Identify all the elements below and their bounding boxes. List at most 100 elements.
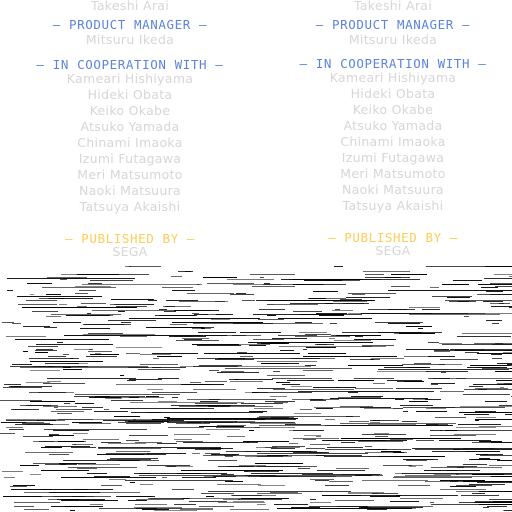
glitch-line — [98, 448, 161, 449]
glitch-line — [350, 359, 380, 360]
glitch-line — [98, 447, 221, 448]
glitch-line — [27, 283, 52, 284]
glitch-line — [456, 485, 492, 486]
glitch-line — [90, 504, 103, 505]
glitch-line — [377, 371, 428, 372]
glitch-line — [78, 464, 120, 465]
glitch-line — [371, 358, 404, 359]
glitch-line — [479, 458, 490, 459]
glitch-line — [325, 419, 335, 420]
glitch-line — [289, 443, 298, 444]
glitch-line — [208, 460, 237, 461]
glitch-line — [465, 352, 479, 353]
glitch-line — [474, 343, 512, 344]
glitch-line — [147, 465, 190, 466]
glitch-line — [209, 399, 276, 400]
glitch-line — [464, 316, 469, 317]
glitch-line — [434, 351, 450, 352]
glitch-line — [123, 396, 145, 397]
glitch-line — [393, 477, 472, 478]
glitch-line — [227, 279, 274, 280]
glitch-line — [272, 446, 305, 447]
glitch-line — [257, 493, 302, 494]
glitch-line — [375, 436, 388, 437]
glitch-line — [133, 419, 155, 420]
glitch-line — [470, 350, 512, 351]
glitch-line — [99, 508, 182, 509]
glitch-line — [250, 423, 296, 424]
credit-name-cooperation: Izumi Futagawa — [78, 151, 182, 166]
glitch-line — [369, 456, 416, 457]
heading-cooperation: – IN COOPERATION WITH – — [299, 56, 487, 71]
glitch-line — [477, 482, 512, 483]
glitch-line — [174, 504, 196, 505]
glitch-line — [477, 294, 512, 295]
glitch-line — [394, 476, 512, 477]
glitch-line — [273, 389, 354, 390]
glitch-line — [400, 498, 443, 499]
glitch-line — [440, 480, 485, 481]
credit-name-cooperation: Tatsuya Akaishi — [79, 199, 181, 214]
glitch-line — [41, 447, 62, 448]
glitch-line — [265, 401, 295, 402]
glitch-line — [192, 313, 199, 314]
glitch-line — [120, 375, 124, 376]
glitch-line — [374, 433, 389, 434]
glitch-line — [221, 371, 244, 372]
glitch-line — [59, 463, 96, 464]
glitch-line — [456, 474, 512, 475]
glitch-line — [437, 424, 448, 425]
glitch-line — [23, 436, 53, 437]
glitch-line — [24, 509, 49, 510]
glitch-line — [103, 420, 184, 421]
glitch-line — [467, 367, 507, 368]
credit-name-cooperation: Kameari Hishiyama — [66, 71, 194, 86]
glitch-line — [47, 277, 87, 278]
glitch-line — [481, 287, 498, 288]
glitch-line — [251, 473, 333, 474]
glitch-line — [236, 293, 246, 294]
glitch-line — [400, 405, 433, 406]
glitch-line — [428, 342, 439, 343]
glitch-line — [157, 356, 182, 357]
glitch-line — [159, 309, 167, 310]
glitch-line — [176, 423, 210, 424]
glitch-line — [270, 492, 298, 493]
glitch-line — [183, 442, 249, 443]
glitch-line — [48, 499, 75, 500]
glitch-line — [500, 387, 504, 388]
glitch-line — [431, 384, 438, 385]
glitch-line — [349, 421, 369, 422]
glitch-line — [370, 496, 400, 497]
glitch-line — [257, 453, 368, 454]
glitch-line — [182, 508, 213, 509]
glitch-line — [492, 481, 512, 482]
glitch-line — [110, 458, 158, 459]
glitch-line — [14, 502, 60, 503]
glitch-line — [138, 369, 180, 370]
glitch-line — [116, 496, 155, 497]
glitch-line — [104, 409, 109, 410]
glitch-line — [325, 485, 349, 486]
glitch-line — [243, 441, 289, 442]
glitch-line — [225, 456, 233, 457]
glitch-line — [26, 489, 30, 490]
glitch-line — [469, 386, 483, 387]
glitch-line — [494, 274, 512, 275]
glitch-line — [447, 466, 477, 467]
glitch-line — [359, 507, 423, 508]
glitch-line — [405, 475, 451, 476]
glitch-line — [53, 322, 81, 323]
glitch-line — [362, 480, 428, 481]
credit-name-cooperation: Hideki Obata — [87, 87, 173, 102]
glitch-line — [293, 452, 329, 453]
glitch-line — [430, 502, 434, 503]
glitch-line — [469, 459, 476, 460]
glitch-line — [395, 473, 403, 474]
glitch-line — [253, 339, 284, 340]
glitch-line — [101, 485, 122, 486]
glitch-line — [449, 301, 476, 302]
glitch-line — [464, 414, 489, 415]
glitch-line — [313, 387, 356, 388]
glitch-line — [447, 297, 455, 298]
